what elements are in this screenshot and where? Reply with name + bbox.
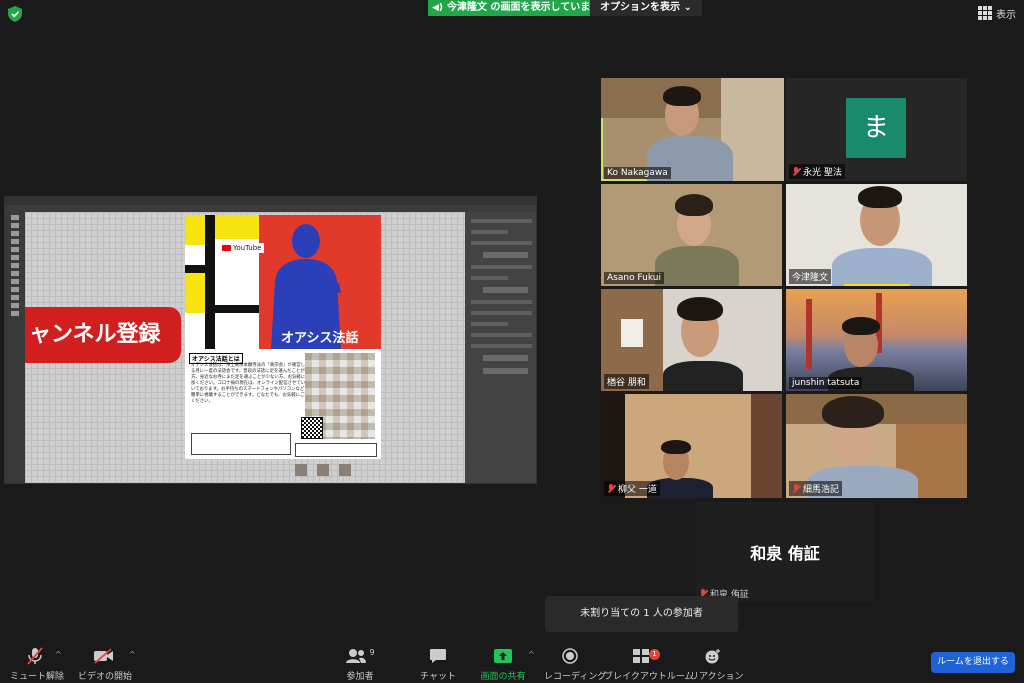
mic-muted-icon bbox=[27, 647, 43, 665]
poster-body-text: オアシス法話は、浄土真宗本願寺派の「真宗会」が運営している月に一度の法話会です。… bbox=[191, 363, 314, 404]
reactions-label: リアクション bbox=[690, 672, 744, 682]
share-options-caret[interactable]: ^ bbox=[528, 650, 535, 659]
record-label: レコーディング bbox=[544, 672, 607, 682]
poster-footer-left bbox=[191, 433, 291, 455]
poster-footer-right bbox=[295, 443, 377, 457]
avatar: ま bbox=[846, 98, 906, 158]
speaker-icon: ◀) bbox=[432, 3, 444, 13]
video-tile-junshin-tatsuta[interactable]: junshin tatsuta bbox=[786, 289, 967, 391]
participant-name: Ko Nakagawa bbox=[607, 168, 668, 178]
video-tile-naraya[interactable]: 楢谷 朋和 bbox=[601, 289, 782, 391]
view-label: 表示 bbox=[996, 9, 1016, 21]
channel-register-banner: ャンネル登録 bbox=[25, 307, 181, 363]
illustrator-menubar bbox=[5, 197, 536, 205]
participant-display-name: 和泉 侑証 bbox=[750, 544, 820, 563]
participant-name: 今津隆文 bbox=[792, 273, 829, 283]
youtube-badge: YouTube bbox=[219, 243, 265, 253]
video-tile-ko-nakagawa[interactable]: Ko Nakagawa bbox=[601, 78, 784, 181]
unmute-label: ミュート解除 bbox=[10, 672, 65, 682]
meeting-toolbar: ミュート解除 ^ ビデオの開始 ^ 9 参加者 チャット 画面の共有 ^ レコー… bbox=[0, 640, 1024, 683]
participant-name: 永光 聖法 bbox=[803, 168, 842, 178]
view-options-label: オプションを表示 bbox=[600, 2, 680, 13]
grid-view-icon bbox=[978, 6, 992, 20]
video-tile-imazu[interactable]: 今津隆文 bbox=[786, 184, 967, 286]
video-tile-asano-fukui[interactable]: Asano Fukui bbox=[601, 184, 782, 286]
share-banner-text: 今津隆文 の画面を表示しています bbox=[447, 2, 601, 13]
breakout-rooms-button[interactable]: ブレイクアウトルーム bbox=[604, 646, 694, 682]
participant-name: 細馬浩記 bbox=[803, 485, 840, 495]
unmute-button[interactable]: ミュート解除 bbox=[10, 646, 65, 682]
participant-name: 柳父 一道 bbox=[618, 485, 657, 495]
view-button[interactable]: 表示 bbox=[978, 5, 1016, 21]
mic-muted-icon bbox=[792, 484, 800, 493]
poster-title: オアシス法話 bbox=[281, 331, 359, 346]
qr-code bbox=[301, 417, 323, 439]
participant-name: 楢谷 朋和 bbox=[607, 378, 646, 388]
youtube-play-icon bbox=[222, 245, 231, 251]
canvas-thumbnails bbox=[295, 464, 351, 476]
start-video-label: ビデオの開始 bbox=[78, 672, 133, 682]
mic-muted-icon bbox=[607, 484, 615, 493]
video-tile-hosoma[interactable]: 細馬浩記 bbox=[786, 394, 967, 498]
participants-count: 9 bbox=[369, 647, 375, 657]
shared-screen[interactable]: ャンネル登録 YouTube オアシス法話 オアシス法話とは オアシス法話は、浄… bbox=[4, 196, 537, 484]
youtube-label: YouTube bbox=[233, 244, 262, 252]
reactions-button[interactable]: リアクション bbox=[690, 646, 744, 682]
mic-muted-icon bbox=[792, 167, 800, 176]
record-button[interactable]: レコーディング bbox=[544, 646, 607, 682]
illustrator-tabbar bbox=[5, 205, 536, 212]
breakout-rooms-label: ブレイクアウトルーム bbox=[604, 672, 694, 682]
illustrator-properties-panel bbox=[465, 212, 536, 483]
screen-share-banner: ◀) 今津隆文 の画面を表示しています bbox=[428, 0, 607, 16]
record-icon bbox=[562, 648, 578, 664]
view-options-button[interactable]: オプションを表示 ⌄ bbox=[590, 0, 702, 16]
participant-name: Asano Fukui bbox=[607, 273, 661, 283]
share-screen-icon bbox=[494, 649, 512, 663]
chat-icon bbox=[430, 649, 446, 663]
event-poster: YouTube オアシス法話 オアシス法話とは オアシス法話は、浄土真宗本願寺派… bbox=[185, 215, 381, 459]
chat-label: チャット bbox=[420, 672, 456, 682]
video-off-icon bbox=[94, 648, 113, 664]
share-screen-button[interactable]: 画面の共有 bbox=[478, 646, 528, 682]
share-screen-label: 画面の共有 bbox=[480, 672, 526, 682]
video-tile-izumi[interactable]: 和泉 侑証 和泉 侑証 bbox=[696, 502, 874, 602]
breakout-rooms-icon bbox=[633, 649, 649, 663]
leave-room-button[interactable]: ルームを退出する bbox=[931, 652, 1015, 673]
participants-button[interactable]: 9 参加者 bbox=[340, 646, 380, 682]
video-tile-nagamitsu[interactable]: ま 永光 聖法 bbox=[786, 78, 967, 181]
video-tile-yanagifu[interactable]: 柳父 一道 bbox=[601, 394, 782, 498]
audio-options-caret[interactable]: ^ bbox=[55, 650, 62, 659]
video-options-caret[interactable]: ^ bbox=[129, 650, 136, 659]
security-shield-icon[interactable] bbox=[8, 6, 22, 22]
participants-icon bbox=[346, 649, 367, 663]
start-video-button[interactable]: ビデオの開始 bbox=[78, 646, 133, 682]
unassigned-participants-tooltip: 未割り当ての 1 人の参加者 bbox=[545, 596, 738, 632]
chat-button[interactable]: チャット bbox=[418, 646, 458, 682]
participant-name: junshin tatsuta bbox=[792, 378, 860, 388]
reactions-icon bbox=[705, 649, 720, 664]
participants-label: 参加者 bbox=[346, 672, 374, 682]
illustrator-toolbox bbox=[5, 212, 25, 483]
breakout-badge: 1 bbox=[649, 649, 660, 660]
